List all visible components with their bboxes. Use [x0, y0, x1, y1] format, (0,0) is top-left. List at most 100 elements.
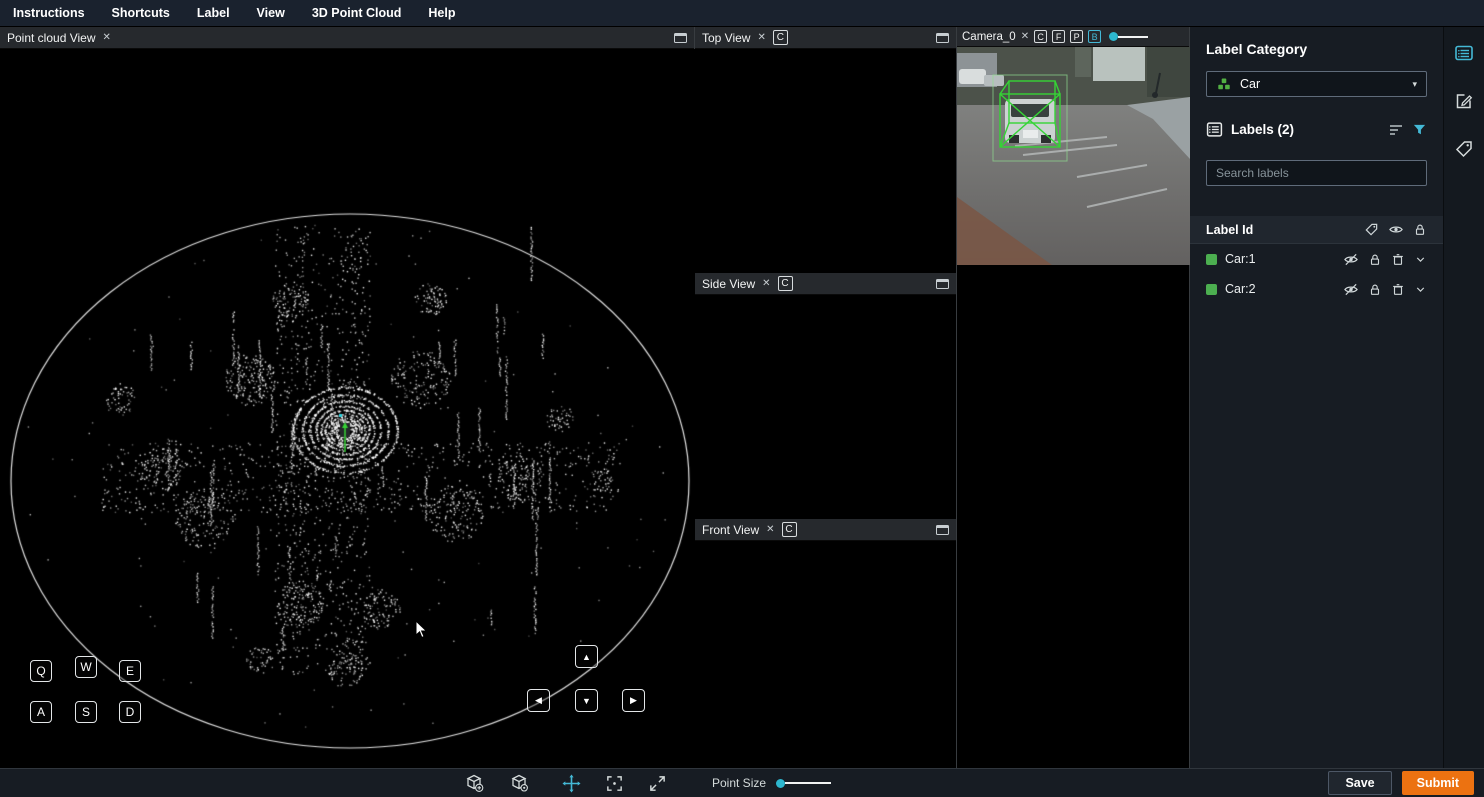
point-size-label: Point Size — [712, 776, 766, 790]
slider-track[interactable] — [785, 782, 831, 784]
slider-track[interactable] — [1118, 36, 1148, 38]
main-area: Point cloud View ✕ Q W E A S D ▲ ◀ ▼ ▶ — [0, 27, 1484, 768]
camera-toggle-button[interactable]: C — [782, 522, 797, 537]
menu-item-view[interactable]: View — [257, 6, 285, 20]
camera-mode-f-button[interactable]: F — [1052, 30, 1065, 43]
label-list-panel-icon[interactable] — [1454, 43, 1474, 63]
label-color-swatch — [1206, 284, 1217, 295]
close-icon[interactable]: ✕ — [762, 279, 770, 289]
right-tool-rail — [1444, 27, 1484, 768]
category-selected-value: Car — [1240, 77, 1260, 91]
front-view-viewport[interactable] — [695, 541, 956, 768]
trash-icon[interactable] — [1391, 282, 1405, 297]
chevron-down-icon[interactable] — [1414, 283, 1427, 296]
close-icon[interactable]: ✕ — [103, 33, 111, 43]
key-q[interactable]: Q — [30, 660, 52, 682]
trees-right — [1147, 47, 1190, 97]
camera-title: Camera_0 — [962, 31, 1016, 43]
close-icon[interactable]: ✕ — [1021, 32, 1029, 42]
lock-icon[interactable] — [1368, 282, 1382, 297]
side-view-titlebar: Side View ✕ C — [695, 273, 956, 295]
camera-mode-p-button[interactable]: P — [1070, 30, 1083, 43]
label-category-dropdown[interactable]: Car ▾ — [1206, 71, 1427, 97]
label-row-car-1[interactable]: Car:1 — [1206, 244, 1427, 274]
camera-toggle-button[interactable]: C — [778, 276, 793, 291]
chevron-down-icon[interactable] — [1414, 253, 1427, 266]
frame-fit-icon[interactable] — [605, 774, 624, 793]
label-category-title: Label Category — [1206, 41, 1427, 57]
tag-all-icon[interactable] — [1364, 222, 1379, 237]
front-view-panel: Front View ✕ C — [695, 519, 956, 768]
top-view-viewport[interactable] — [695, 49, 956, 273]
key-d[interactable]: D — [119, 701, 141, 723]
slider-knob[interactable] — [1109, 32, 1118, 41]
move-tool-icon[interactable] — [562, 774, 581, 793]
labels-header-row: Labels (2) — [1206, 121, 1427, 138]
camera-mode-b-button[interactable]: B — [1088, 30, 1101, 43]
submit-button[interactable]: Submit — [1402, 771, 1474, 795]
bottom-toolbar: Point Size Save Submit — [0, 768, 1484, 797]
lock-all-icon[interactable] — [1413, 222, 1427, 237]
camera-image[interactable] — [957, 47, 1190, 265]
label-color-swatch — [1206, 254, 1217, 265]
minimize-window-icon[interactable] — [936, 279, 949, 289]
menu-item-3d-point-cloud[interactable]: 3D Point Cloud — [312, 6, 402, 20]
label-id-header-text: Label Id — [1206, 223, 1253, 237]
menu-item-shortcuts[interactable]: Shortcuts — [112, 6, 170, 20]
front-view-titlebar: Front View ✕ C — [695, 519, 956, 541]
trash-icon[interactable] — [1391, 252, 1405, 267]
key-a[interactable]: A — [30, 701, 52, 723]
add-cuboid-icon[interactable] — [464, 773, 484, 793]
lock-icon[interactable] — [1368, 252, 1382, 267]
camera-titlebar: Camera_0 ✕ C F P B — [957, 27, 1189, 47]
visibility-off-icon[interactable] — [1343, 282, 1359, 297]
sky-patch — [1093, 47, 1145, 81]
camera-opacity-slider — [1109, 32, 1148, 41]
camera-mode-c-button[interactable]: C — [1034, 30, 1047, 43]
camera-panel-empty-area — [957, 265, 1189, 768]
fit-cuboid-icon[interactable] — [509, 773, 529, 793]
key-s[interactable]: S — [75, 701, 97, 723]
label-id-text: Car:2 — [1225, 282, 1256, 296]
tag-panel-icon[interactable] — [1454, 139, 1474, 159]
parked-car — [959, 69, 986, 84]
search-labels-input[interactable] — [1206, 160, 1427, 186]
minimize-window-icon[interactable] — [674, 33, 687, 43]
label-row-car-2[interactable]: Car:2 — [1206, 274, 1427, 304]
parked-car-2 — [984, 75, 1004, 86]
labels-sidebar: Label Category Car ▾ — [1190, 27, 1444, 768]
pan-up-button[interactable]: ▲ — [575, 645, 598, 668]
key-w[interactable]: W — [75, 656, 97, 678]
front-view-title: Front View — [702, 523, 759, 537]
menu-bar: Instructions Shortcuts Label View 3D Poi… — [0, 0, 1484, 27]
camera-panel: Camera_0 ✕ C F P B — [957, 27, 1190, 768]
visibility-off-icon[interactable] — [1343, 252, 1359, 267]
pan-down-button[interactable]: ▼ — [575, 689, 598, 712]
pan-left-button[interactable]: ◀ — [527, 689, 550, 712]
projection-views-column: Top View ✕ C Side View ✕ C — [695, 27, 957, 768]
save-button[interactable]: Save — [1328, 771, 1391, 795]
point-cloud-viewport: Q W E A S D ▲ ◀ ▼ ▶ — [0, 49, 694, 768]
edit-panel-icon[interactable] — [1454, 91, 1474, 111]
labels-list-icon — [1206, 121, 1223, 138]
slider-knob[interactable] — [776, 779, 785, 788]
filter-icon[interactable] — [1412, 122, 1427, 137]
category-group-icon — [1216, 76, 1232, 92]
menu-item-label[interactable]: Label — [197, 6, 230, 20]
side-view-viewport[interactable] — [695, 295, 956, 519]
key-e[interactable]: E — [119, 660, 141, 682]
menu-item-help[interactable]: Help — [428, 6, 455, 20]
close-icon[interactable]: ✕ — [766, 525, 774, 535]
pan-right-button[interactable]: ▶ — [622, 689, 645, 712]
side-view-title: Side View — [702, 277, 755, 291]
minimize-window-icon[interactable] — [936, 33, 949, 43]
close-icon[interactable]: ✕ — [757, 33, 765, 43]
app-window: Instructions Shortcuts Label View 3D Poi… — [0, 0, 1484, 797]
camera-toggle-button[interactable]: C — [773, 30, 788, 45]
sort-icon[interactable] — [1388, 123, 1404, 137]
top-view-title: Top View — [702, 31, 750, 45]
visibility-all-icon[interactable] — [1388, 222, 1404, 237]
minimize-window-icon[interactable] — [936, 525, 949, 535]
expand-fullscreen-icon[interactable] — [648, 774, 667, 793]
menu-item-instructions[interactable]: Instructions — [13, 6, 85, 20]
